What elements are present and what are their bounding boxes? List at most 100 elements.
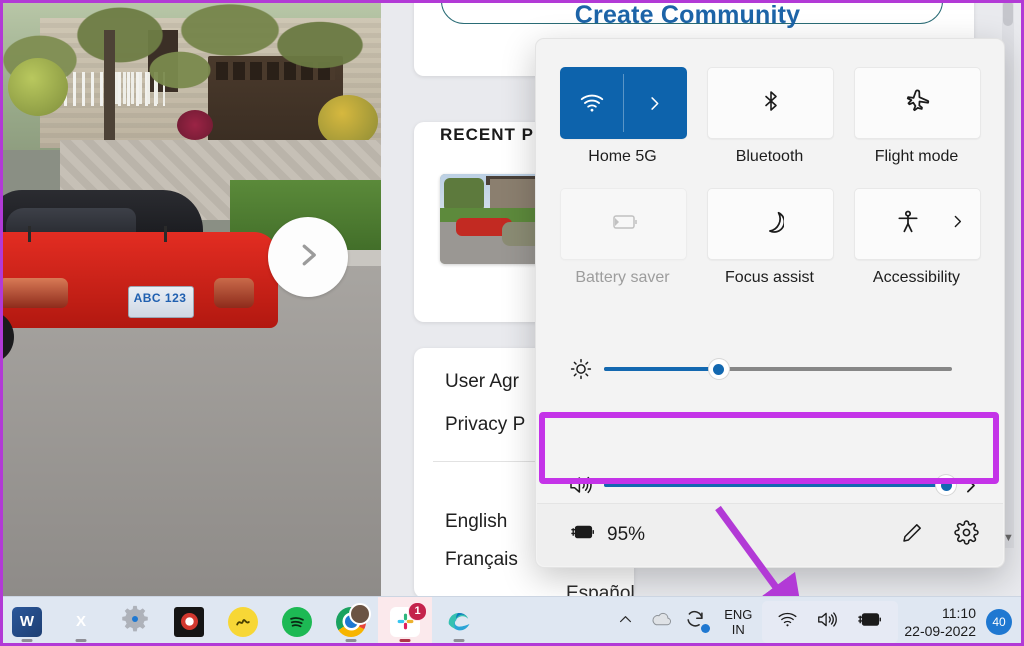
- bluetooth-icon: [759, 88, 783, 119]
- open-settings-button[interactable]: [949, 518, 983, 552]
- photo-car-antenna-left: [28, 226, 31, 242]
- quick-tile-home-5g: Home 5G: [560, 67, 687, 166]
- taskbar-app-settings[interactable]: [108, 597, 162, 646]
- onedrive-icon[interactable]: [643, 610, 680, 633]
- sync-icon[interactable]: [680, 609, 714, 634]
- photo-car-antenna-right: [164, 226, 167, 242]
- battery-status: 95%: [569, 522, 645, 548]
- quick-tile-battery-saver-button[interactable]: [560, 188, 687, 260]
- quick-tile-flight-mode: Flight mode: [854, 67, 981, 166]
- volume-icon: [815, 609, 840, 635]
- chevron-right-icon[interactable]: [949, 213, 966, 235]
- language-line-2: IN: [731, 621, 745, 637]
- app-scrollbar-thumb[interactable]: [1003, 0, 1013, 26]
- gear-icon: [953, 520, 979, 550]
- chevron-up-icon[interactable]: [608, 611, 643, 633]
- pencil-icon: [900, 521, 924, 550]
- notification-badge[interactable]: 40: [986, 608, 1012, 635]
- wifi-icon: [776, 609, 799, 635]
- language-line-1: ENG: [724, 606, 753, 622]
- quick-tile-home-5g-button[interactable]: [560, 67, 687, 139]
- excel-icon: X: [75, 613, 86, 630]
- photo-red-car: ABC 123: [0, 190, 278, 364]
- taskbar-app-spotify[interactable]: [270, 597, 324, 646]
- clock[interactable]: 11:10 22-09-2022: [898, 604, 986, 640]
- photo-car-taillight-left: [0, 278, 68, 308]
- avatar: [349, 603, 371, 625]
- spotify-icon: [282, 606, 312, 637]
- quick-tile-accessibility: Accessibility: [854, 188, 981, 287]
- volume-row-highlight: [539, 412, 999, 484]
- clock-time: 11:10: [942, 604, 976, 621]
- brightness-slider-row: [558, 357, 978, 381]
- wifi-icon: [561, 68, 623, 138]
- brightness-icon: [558, 357, 604, 381]
- quick-settings-panel: Home 5G Bluetooth Flight mode Battery sa…: [535, 38, 1005, 568]
- battery-charging-icon: [569, 522, 597, 548]
- chevron-right-icon[interactable]: [623, 68, 686, 138]
- battery-icon: [609, 211, 639, 238]
- photo-license-plate-text: ABC 123: [133, 291, 187, 305]
- running-indicator: [453, 639, 465, 642]
- quick-settings-tiles: Home 5G Bluetooth Flight mode Battery sa…: [560, 67, 981, 287]
- language-francais[interactable]: Français: [445, 549, 518, 571]
- brightness-slider-knob[interactable]: [708, 359, 729, 379]
- photo-car-taillight-right: [214, 278, 254, 308]
- clock-date: 22-09-2022: [904, 622, 976, 639]
- screen: ABC 123 Create Community RECENT P User A…: [0, 0, 1024, 646]
- taskbar-app-notes[interactable]: [216, 597, 270, 646]
- quick-tile-flight-mode-label: Flight mode: [874, 148, 959, 165]
- brightness-slider-track[interactable]: [604, 359, 952, 379]
- sync-status-dot: [701, 624, 711, 633]
- taskbar-app-edge[interactable]: [432, 597, 486, 646]
- taskbar-app-excel[interactable]: X: [54, 597, 108, 646]
- quick-settings-tray-button[interactable]: [762, 600, 899, 643]
- airplane-icon: [904, 87, 932, 120]
- photo-viewer[interactable]: ABC 123: [0, 0, 381, 597]
- running-indicator: [75, 639, 87, 642]
- taskbar: W X 1 ENG IN 11:10 22-09-2022 40: [0, 596, 1024, 646]
- language-indicator[interactable]: ENG IN: [714, 607, 762, 637]
- word-icon: W: [12, 606, 42, 637]
- running-indicator: [399, 639, 411, 642]
- create-community-title: Create Community: [574, 1, 801, 29]
- taskbar-apps: W X 1: [0, 597, 486, 646]
- brightness-slider-fill: [604, 367, 719, 371]
- quick-tile-bluetooth-button[interactable]: [707, 67, 834, 139]
- thumb-tree: [444, 178, 484, 212]
- slack-badge: 1: [408, 601, 427, 621]
- link-user-agreement[interactable]: User Agr: [445, 371, 519, 393]
- taskbar-app-slack[interactable]: 1: [378, 597, 432, 646]
- language-english[interactable]: English: [445, 511, 507, 533]
- opera-icon: [174, 606, 204, 637]
- quick-tile-battery-saver-label: Battery saver: [575, 269, 670, 286]
- photo-flowers: [177, 110, 213, 140]
- quick-tile-flight-mode-button[interactable]: [854, 67, 981, 139]
- taskbar-app-word[interactable]: W: [0, 597, 54, 646]
- edit-quick-settings-button[interactable]: [895, 518, 929, 552]
- taskbar-app-opera[interactable]: [162, 597, 216, 646]
- system-tray: ENG IN 11:10 22-09-2022 40: [608, 597, 1024, 646]
- quick-tile-home-5g-label: Home 5G: [588, 148, 657, 165]
- slack-icon: 1: [390, 601, 427, 637]
- battery-charging-icon: [856, 610, 884, 634]
- photo-next-button[interactable]: [268, 217, 348, 297]
- photo-bush-left: [8, 58, 68, 116]
- edge-icon: [444, 607, 474, 637]
- link-privacy-policy[interactable]: Privacy P: [445, 414, 525, 436]
- quick-tile-battery-saver: Battery saver: [560, 188, 687, 287]
- quick-tile-accessibility-label: Accessibility: [872, 269, 961, 286]
- running-indicator: [21, 639, 33, 642]
- running-indicator: [345, 639, 357, 642]
- accessibility-icon: [895, 209, 921, 240]
- quick-settings-footer: 95%: [537, 503, 1003, 566]
- quick-tile-focus-assist: Focus assist: [707, 188, 834, 287]
- chevron-right-icon: [293, 240, 323, 275]
- quick-tile-accessibility-button[interactable]: [854, 188, 981, 260]
- taskbar-app-chrome[interactable]: [324, 597, 378, 646]
- quick-tile-focus-assist-button[interactable]: [707, 188, 834, 260]
- recent-photos-heading: RECENT P: [440, 125, 534, 144]
- quick-tile-focus-assist-label: Focus assist: [725, 269, 814, 286]
- gear-icon: [120, 604, 150, 639]
- quick-tile-bluetooth-label: Bluetooth: [735, 148, 804, 165]
